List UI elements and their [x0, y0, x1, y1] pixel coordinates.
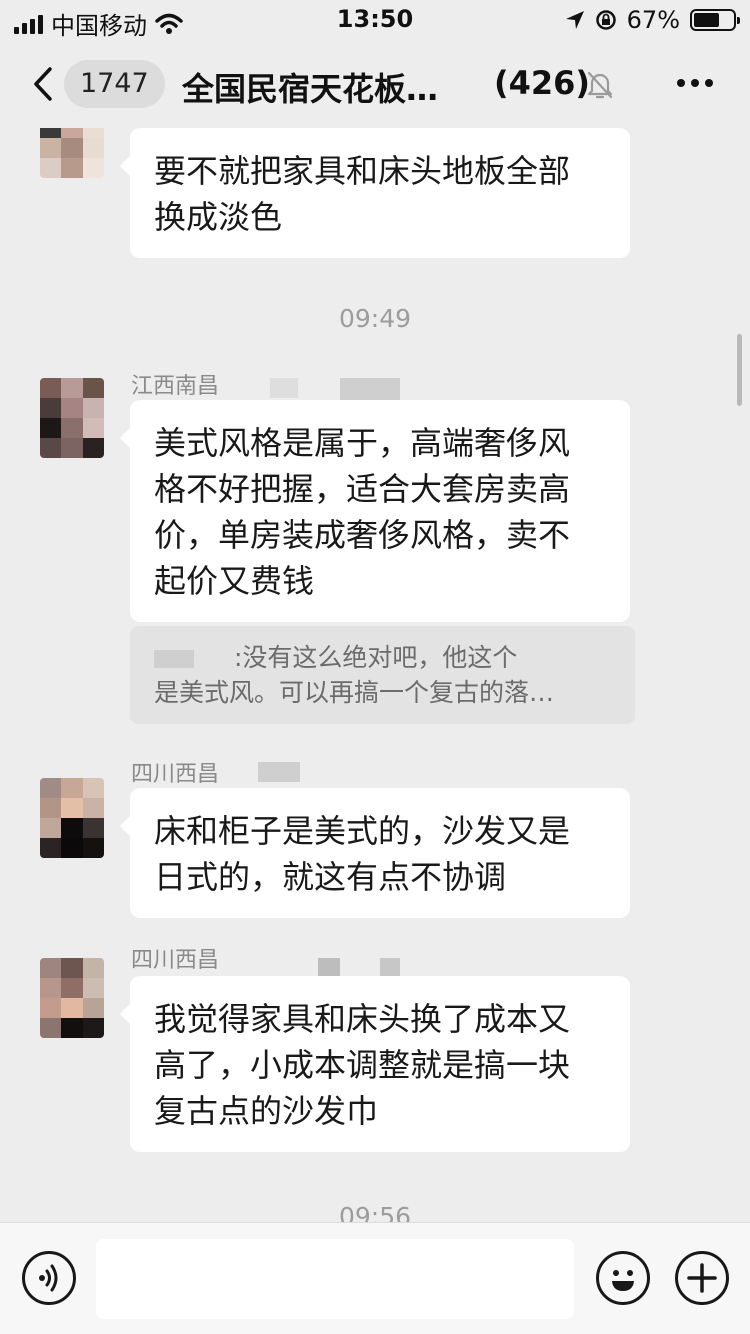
message-line: 格不好把握，适合大套房卖高	[154, 470, 571, 508]
time-separator: 09:56	[338, 1202, 412, 1222]
voice-button[interactable]	[22, 1251, 76, 1305]
battery-icon	[690, 9, 740, 31]
back-icon[interactable]	[30, 66, 60, 102]
message-line: 高了，小成本调整就是搞一块	[154, 1046, 571, 1084]
redacted-name	[340, 378, 400, 400]
redacted-name	[154, 650, 194, 668]
quote-line: 是美式风。可以再搞一个复古的落…	[154, 678, 555, 707]
sender-name: 四川西昌	[131, 762, 220, 787]
avatar[interactable]	[40, 378, 104, 458]
message-line: 价，单房装成奢侈风格，卖不	[154, 516, 571, 554]
chat-area[interactable]: 要不就把家具和床头地板全部 换成淡色 09:49 江西南昌 美式风格是属于，高端…	[0, 128, 750, 1222]
input-bar	[0, 1222, 750, 1334]
message-line: 复古点的沙发巾	[154, 1092, 379, 1130]
redacted-name	[258, 762, 300, 782]
battery-fill	[694, 13, 720, 27]
mute-bell-icon	[587, 71, 613, 99]
plus-icon	[687, 1263, 717, 1293]
chat-title: 全国民宿天花板…	[182, 70, 439, 108]
redacted-name	[380, 958, 400, 978]
message-bubble[interactable]: 我觉得家具和床头换了成本又 高了，小成本调整就是搞一块 复古点的沙发巾	[120, 976, 630, 1152]
quoted-reply[interactable]: :没有这么绝对吧，他这个 是美式风。可以再搞一个复古的落…	[130, 626, 635, 724]
message-bubble[interactable]: 要不就把家具和床头地板全部 换成淡色	[120, 128, 630, 258]
status-right: 67%	[565, 6, 740, 34]
message-line: 起价又费钱	[154, 562, 315, 600]
quote-text: :没有这么绝对吧，他这个	[234, 643, 518, 672]
redacted-name	[270, 378, 298, 398]
message-input[interactable]	[96, 1239, 574, 1319]
battery-percent: 67%	[626, 6, 680, 34]
time-separator: 09:49	[338, 304, 412, 333]
orientation-lock-icon	[595, 10, 616, 30]
message-line: 床和柜子是美式的，沙发又是	[154, 812, 571, 850]
more-functions-button[interactable]	[675, 1251, 729, 1305]
message-line: 日式的，就这有点不协调	[154, 858, 507, 896]
avatar[interactable]	[40, 958, 104, 1038]
message-line: 换成淡色	[154, 198, 283, 236]
status-bar: 中国移动 13:50 67%	[0, 0, 750, 40]
scrollbar[interactable]	[737, 334, 742, 406]
quote-line: :没有这么绝对吧，他这个	[154, 640, 611, 675]
message-bubble[interactable]: 床和柜子是美式的，沙发又是 日式的，就这有点不协调	[120, 788, 630, 918]
more-icon[interactable]	[676, 76, 714, 90]
emoji-button[interactable]	[596, 1251, 650, 1305]
redacted-name	[318, 958, 340, 978]
member-count: (426)	[494, 64, 591, 102]
message-line: 我觉得家具和床头换了成本又	[154, 1000, 571, 1038]
sender-name: 江西南昌	[131, 374, 220, 399]
emoji-icon	[612, 1270, 634, 1291]
avatar[interactable]	[40, 128, 104, 178]
message-line: 美式风格是属于，高端奢侈风	[154, 424, 571, 462]
unread-badge[interactable]: 1747	[64, 60, 165, 108]
voice-icon	[39, 1264, 58, 1292]
sender-name: 四川西昌	[131, 948, 220, 973]
message-bubble[interactable]: 美式风格是属于，高端奢侈风 格不好把握，适合大套房卖高 价，单房装成奢侈风格，卖…	[120, 400, 630, 622]
avatar[interactable]	[40, 778, 104, 858]
location-arrow-icon	[565, 11, 584, 29]
nav-bar: 1747 全国民宿天花板… (426)	[0, 40, 750, 128]
message-line: 要不就把家具和床头地板全部	[154, 152, 571, 190]
